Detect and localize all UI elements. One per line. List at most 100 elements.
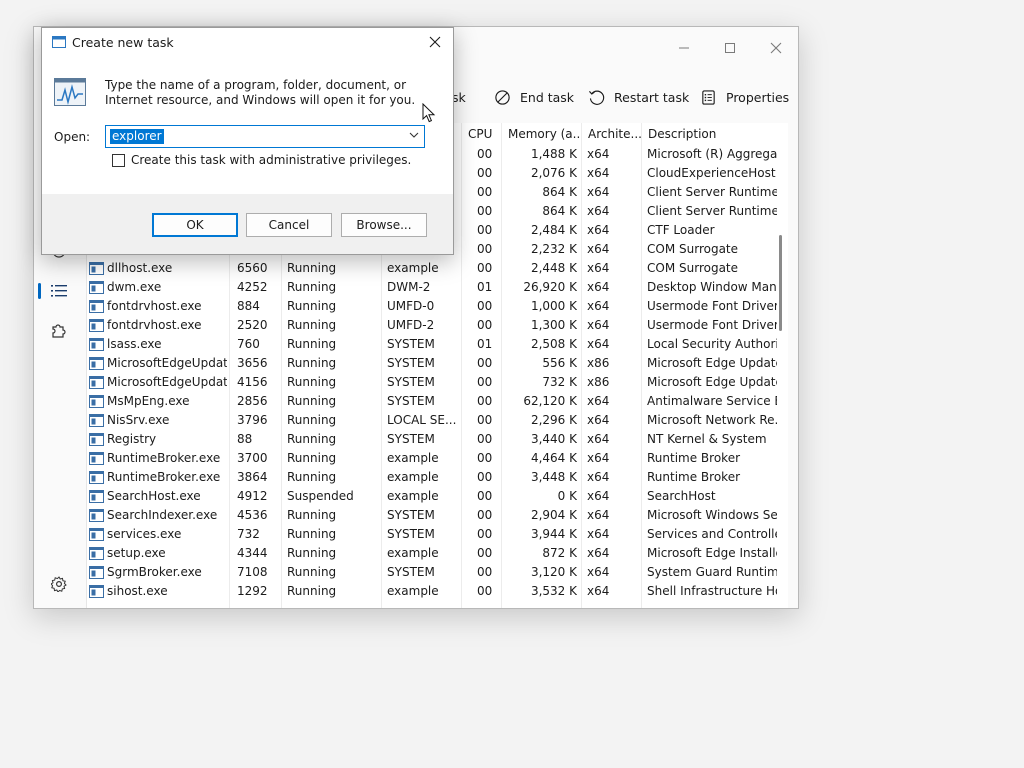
process-status-text: Running xyxy=(287,337,337,351)
table-row[interactable]: fontdrvhost.exe 884 Running UMFD-0 00 1,000 K… xyxy=(87,297,788,316)
dialog-description: Type the name of a program, folder, docu… xyxy=(105,78,416,107)
process-name: lsass.exe xyxy=(89,335,227,354)
process-memory: 26,920 K xyxy=(507,278,577,297)
table-row[interactable]: lsass.exe 760 Running SYSTEM 01 2,508 K x64 Loc… xyxy=(87,335,788,354)
nav-item-services[interactable] xyxy=(49,320,69,340)
process-status-text: Running xyxy=(287,318,337,332)
process-pid: 88 xyxy=(237,430,277,449)
run-new-task-button[interactable]: sk xyxy=(452,83,466,111)
process-architecture: x64 xyxy=(587,145,633,164)
process-description-text: Desktop Window Man... xyxy=(647,280,777,294)
table-row[interactable]: sihost.exe 1292 Running example 00 3,532 K x64… xyxy=(87,582,788,601)
properties-button[interactable]: Properties xyxy=(700,83,789,111)
process-name: services.exe xyxy=(89,525,227,544)
process-architecture: x64 xyxy=(587,563,633,582)
cancel-button[interactable]: Cancel xyxy=(246,213,332,237)
process-status-text: Running xyxy=(287,261,337,275)
end-task-label: End task xyxy=(520,89,575,105)
process-pid: 4344 xyxy=(237,544,277,563)
process-memory-text: 3,532 K xyxy=(530,584,577,598)
process-architecture: x86 xyxy=(587,354,633,373)
table-row[interactable]: Registry 88 Running SYSTEM 00 3,440 K x64 NT Ke… xyxy=(87,430,788,449)
process-pid-text: 1292 xyxy=(237,584,268,598)
process-user-text: example xyxy=(387,451,439,465)
column-header-memory[interactable]: Memory (a... xyxy=(501,123,581,145)
process-status: Running xyxy=(287,525,377,544)
process-pid: 760 xyxy=(237,335,277,354)
nav-item-settings[interactable] xyxy=(49,574,69,594)
table-row[interactable]: fontdrvhost.exe 2520 Running UMFD-2 00 1,300 … xyxy=(87,316,788,335)
table-row[interactable]: dwm.exe 4252 Running DWM-2 01 26,920 K x64 Desk… xyxy=(87,278,788,297)
table-row[interactable]: NisSrv.exe 3796 Running LOCAL SE... 00 2,296 … xyxy=(87,411,788,430)
process-user: example xyxy=(387,449,459,468)
open-input-value[interactable]: explorer xyxy=(110,129,164,144)
table-row[interactable]: RuntimeBroker.exe 3700 Running example 00 4,4… xyxy=(87,449,788,468)
process-status: Running xyxy=(287,335,377,354)
table-row[interactable]: services.exe 732 Running SYSTEM 00 3,944 K x64… xyxy=(87,525,788,544)
table-row[interactable]: dllhost.exe 6560 Running example 00 2,448 K x6… xyxy=(87,259,788,278)
process-icon xyxy=(89,319,104,332)
process-pid: 4536 xyxy=(237,506,277,525)
process-icon xyxy=(89,338,104,351)
vertical-scrollbar[interactable] xyxy=(779,235,782,331)
process-description: CloudExperienceHost ... xyxy=(647,164,777,183)
end-task-button[interactable]: End task xyxy=(494,83,574,111)
process-architecture-text: x86 xyxy=(587,375,610,389)
process-memory-text: 864 K xyxy=(542,185,577,199)
column-header-architecture[interactable]: Archite... xyxy=(581,123,641,145)
process-memory-text: 2,448 K xyxy=(530,261,577,275)
column-header-description[interactable]: Description xyxy=(641,123,787,145)
process-pid-text: 3700 xyxy=(237,451,268,465)
admin-privileges-checkbox[interactable] xyxy=(112,153,125,167)
process-cpu-text: 00 xyxy=(477,147,493,161)
process-cpu: 00 xyxy=(477,582,503,601)
process-cpu: 00 xyxy=(477,563,503,582)
process-description-text: Usermode Font Driver ... xyxy=(647,318,777,332)
table-row[interactable]: SearchHost.exe 4912 Suspended example 00 0 K x… xyxy=(87,487,788,506)
table-row[interactable]: RuntimeBroker.exe 3864 Running example 00 3,4… xyxy=(87,468,788,487)
process-status-text: Running xyxy=(287,470,337,484)
process-cpu-text: 00 xyxy=(477,185,493,199)
maximize-button[interactable] xyxy=(708,33,752,63)
process-name-text: setup.exe xyxy=(107,546,166,560)
ok-button[interactable]: OK xyxy=(152,213,238,237)
table-row[interactable]: MicrosoftEdgeUpdat... 3656 Running SYSTEM 00… xyxy=(87,354,788,373)
process-name: dwm.exe xyxy=(89,278,227,297)
process-architecture: x64 xyxy=(587,411,633,430)
table-row[interactable]: SearchIndexer.exe 4536 Running SYSTEM 00 2,90… xyxy=(87,506,788,525)
process-icon xyxy=(89,414,104,427)
process-memory: 3,944 K xyxy=(507,525,577,544)
process-pid-text: 2856 xyxy=(237,394,268,408)
restart-task-button[interactable]: Restart task xyxy=(588,83,689,111)
process-name: NisSrv.exe xyxy=(89,411,227,430)
admin-privileges-option[interactable]: Create this task with administrative pri… xyxy=(112,153,411,167)
table-row[interactable]: MicrosoftEdgeUpdat... 4156 Running SYSTEM 00… xyxy=(87,373,788,392)
process-user: example xyxy=(387,544,459,563)
process-memory-text: 3,944 K xyxy=(530,527,577,541)
process-description-text: Microsoft Windows Se... xyxy=(647,508,777,522)
nav-item-details[interactable] xyxy=(49,281,69,301)
close-button[interactable] xyxy=(754,33,798,63)
dialog-close-button[interactable] xyxy=(423,31,447,53)
process-memory: 2,296 K xyxy=(507,411,577,430)
table-row[interactable]: setup.exe 4344 Running example 00 872 K x64 Mic… xyxy=(87,544,788,563)
process-description-text: NT Kernel & System xyxy=(647,432,767,446)
process-user: example xyxy=(387,259,459,278)
process-description-text: Services and Controlle... xyxy=(647,527,777,541)
open-combobox[interactable]: explorer xyxy=(105,125,425,148)
chevron-down-icon[interactable] xyxy=(409,130,419,140)
process-user-text: UMFD-0 xyxy=(387,299,435,313)
process-memory: 2,232 K xyxy=(507,240,577,259)
browse-button[interactable]: Browse... xyxy=(341,213,427,237)
process-icon xyxy=(89,281,104,294)
process-description-text: CTF Loader xyxy=(647,223,715,237)
process-icon xyxy=(89,566,104,579)
column-header-cpu[interactable]: CPU xyxy=(461,123,501,145)
process-user-text: SYSTEM xyxy=(387,565,435,579)
process-description-text: CloudExperienceHost ... xyxy=(647,166,777,180)
process-icon xyxy=(89,433,104,446)
process-architecture: x64 xyxy=(587,525,633,544)
table-row[interactable]: SgrmBroker.exe 7108 Running SYSTEM 00 3,120 K… xyxy=(87,563,788,582)
table-row[interactable]: MsMpEng.exe 2856 Running SYSTEM 00 62,120 K x6… xyxy=(87,392,788,411)
minimize-button[interactable] xyxy=(662,33,706,63)
